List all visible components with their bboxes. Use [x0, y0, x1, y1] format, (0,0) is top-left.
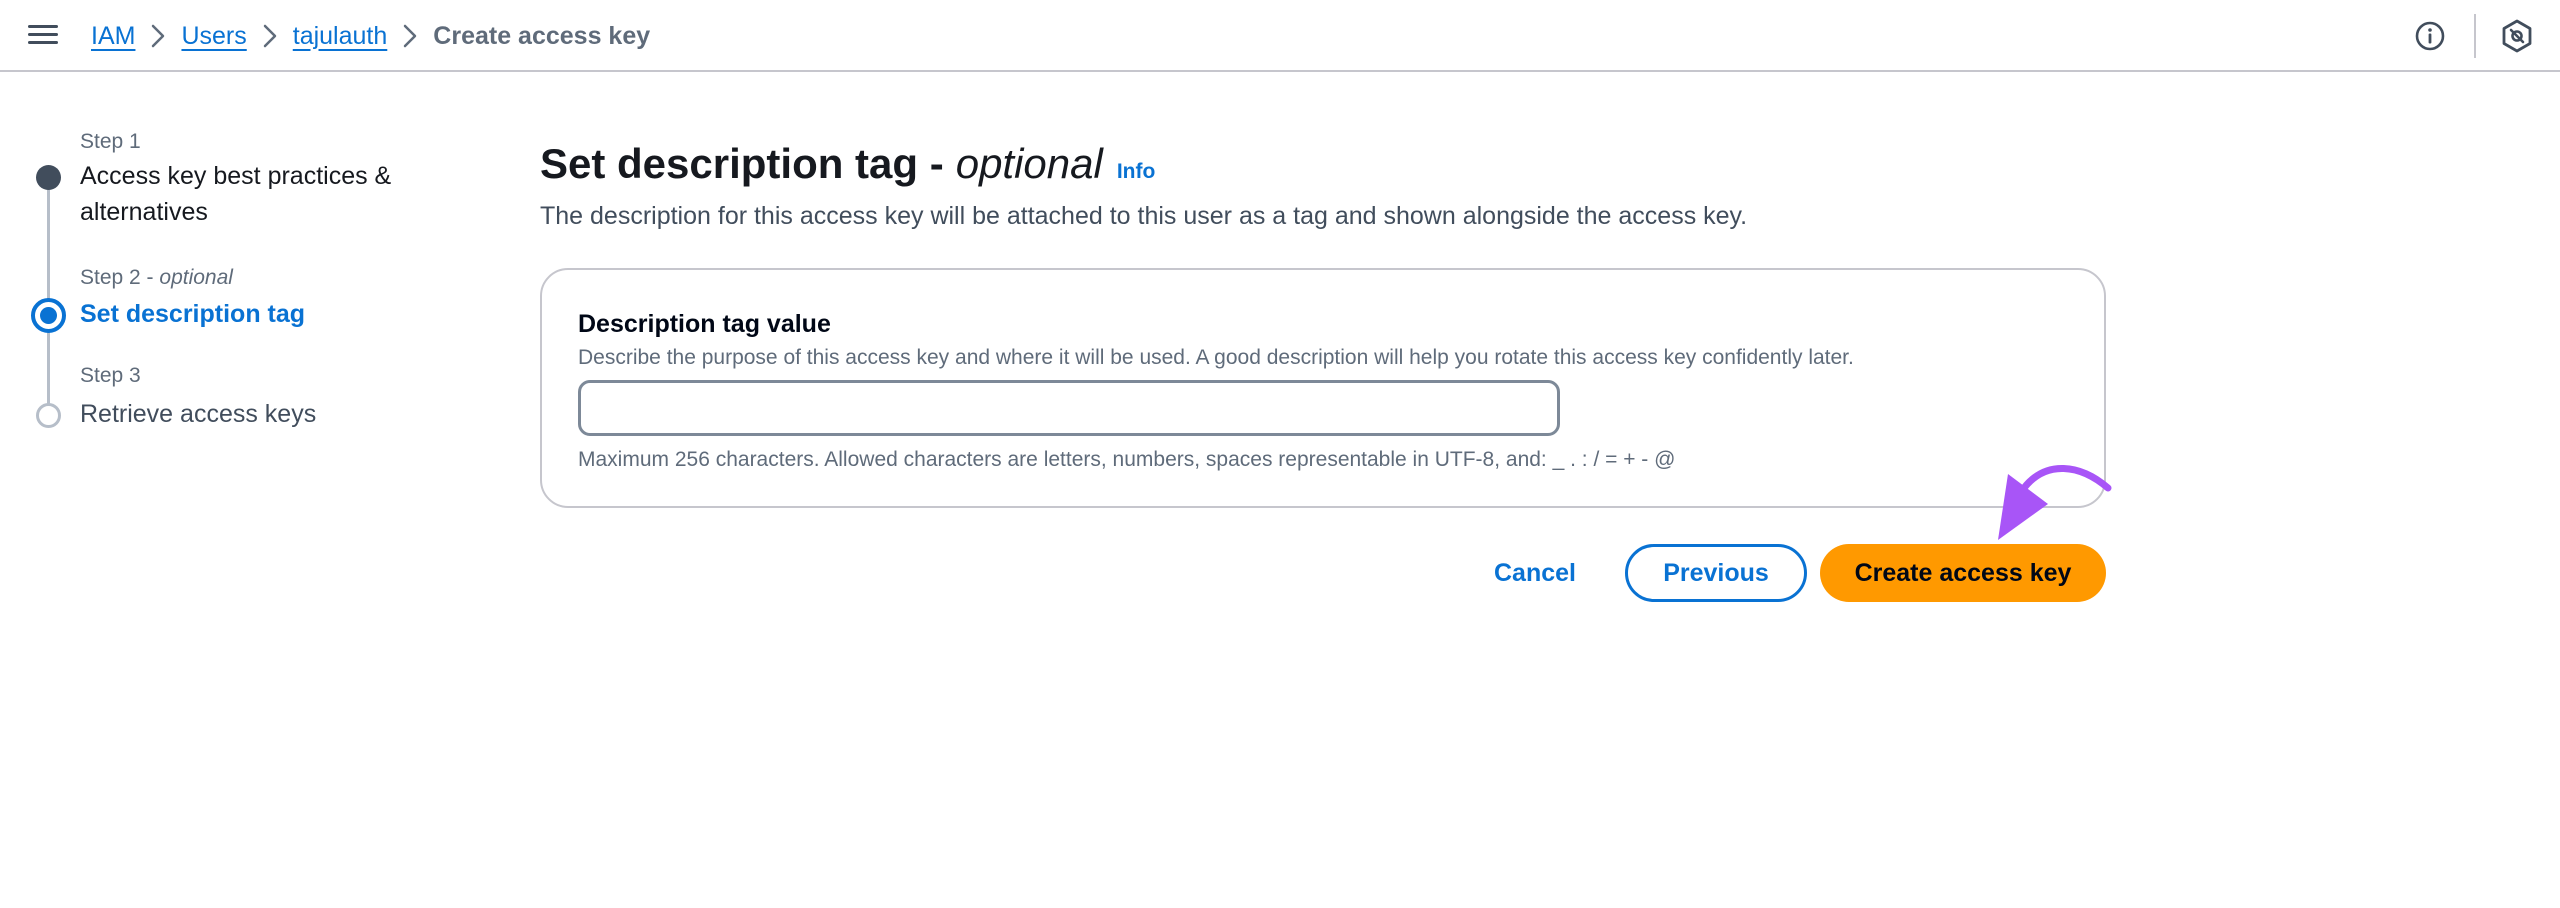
step-2-number-text: Step 2: [80, 266, 141, 289]
breadcrumb-iam-link[interactable]: IAM: [91, 22, 135, 51]
step-completed-icon: [36, 165, 61, 190]
info-circle-icon[interactable]: [2414, 20, 2446, 52]
step-3-number: Step 3: [80, 364, 141, 387]
breadcrumb-current: Create access key: [433, 21, 651, 50]
topbar-divider: [2474, 14, 2476, 58]
create-access-key-button[interactable]: Create access key: [1820, 544, 2106, 602]
step-active-icon: [31, 298, 66, 333]
chevron-right-icon: [247, 20, 293, 52]
description-tag-constraint: Maximum 256 characters. Allowed characte…: [578, 448, 1676, 471]
page-title: Set description tag - optional Info: [540, 140, 2106, 188]
main-content: Set description tag - optional Info The …: [540, 140, 2106, 602]
cancel-button[interactable]: Cancel: [1476, 544, 1594, 602]
description-tag-container: Description tag value Describe the purpo…: [540, 268, 2106, 508]
page-title-optional: optional: [955, 140, 1103, 187]
step-1-title[interactable]: Access key best practices &: [80, 158, 391, 194]
step-1-number: Step 1: [80, 130, 141, 153]
breadcrumb-user-link[interactable]: tajulauth: [293, 22, 388, 51]
top-navigation-bar: IAM Users tajulauth Create access key: [0, 0, 2560, 72]
step-pending-icon: [36, 403, 61, 428]
step-2-number: Step 2 - optional: [80, 266, 233, 289]
breadcrumb-users-link[interactable]: Users: [181, 22, 246, 51]
step-3-title: Retrieve access keys: [80, 400, 317, 428]
step-2-optional: optional: [159, 266, 233, 289]
page-title-text: Set description tag -: [540, 140, 944, 187]
form-actions: Cancel Previous Create access key: [540, 544, 2106, 602]
step-connector: [47, 184, 50, 302]
page-description: The description for this access key will…: [540, 202, 1748, 230]
step-2-title: Set description tag: [80, 300, 306, 328]
breadcrumb: IAM Users tajulauth Create access key: [91, 20, 650, 52]
hexagon-settings-icon[interactable]: [2500, 18, 2534, 54]
hamburger-menu-icon[interactable]: [28, 22, 58, 48]
previous-button[interactable]: Previous: [1625, 544, 1807, 602]
annotation-arrow-icon: [1998, 465, 2112, 540]
description-tag-label: Description tag value: [578, 310, 831, 338]
info-link[interactable]: Info: [1117, 160, 1155, 184]
description-tag-input[interactable]: [578, 380, 1560, 436]
description-tag-help: Describe the purpose of this access key …: [578, 346, 1854, 369]
chevron-right-icon: [387, 20, 433, 52]
chevron-right-icon: [135, 20, 181, 52]
step-1-title-cont: alternatives: [80, 198, 208, 226]
